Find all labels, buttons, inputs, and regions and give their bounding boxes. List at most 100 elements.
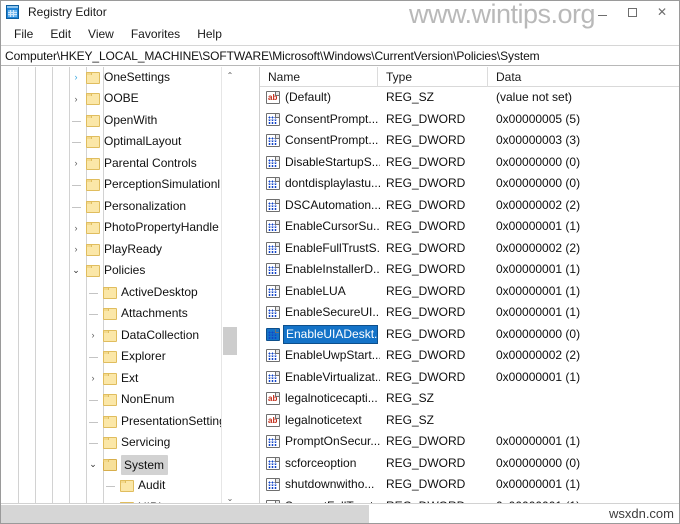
chevron-right-icon[interactable]: › [69,217,83,239]
tree-vertical-scrollbar[interactable]: ⌃ ⌄ [221,67,238,507]
string-value-icon: ab [266,413,280,427]
tree-node-datacollection[interactable]: › DataCollection [1,325,237,347]
registry-value-row[interactable]: EnableCursorSu... REG_DWORD 0x00000001 (1) [260,216,679,238]
folder-icon [86,93,100,105]
folder-icon [86,179,100,191]
chevron-right-icon[interactable]: › [86,325,100,347]
tree-node-system[interactable]: ⌄ System [1,454,237,476]
tree-node-personalization[interactable]: Personalization [1,196,237,218]
tree-node-openwith[interactable]: OpenWith [1,110,237,132]
tree-node-label: OptimalLayout [104,134,182,148]
registry-value-row[interactable]: EnableVirtualizat... REG_DWORD 0x00000001 … [260,367,679,389]
string-value-icon: ab [266,91,280,104]
tree-node-ext[interactable]: › Ext [1,368,237,390]
column-header-type[interactable]: Type [378,67,488,87]
column-header-data[interactable]: Data [488,67,679,87]
tree-node-explorer[interactable]: Explorer [1,346,237,368]
tree-node-label: DataCollection [121,327,200,342]
main-content: › OneSettings › OOBE OpenWith OptimalLayout › P… [1,67,679,523]
tree-node-photopropertyhandle[interactable]: › PhotoPropertyHandle [1,217,237,239]
tree-leaf-tick [72,185,81,186]
value-type: REG_SZ [386,391,435,405]
registry-value-row[interactable]: EnableUIADeskt... REG_DWORD 0x00000000 (0) [260,324,679,346]
registry-value-row[interactable]: ConsentPrompt... REG_DWORD 0x00000005 (5) [260,109,679,131]
registry-value-row[interactable]: PromptOnSecur... REG_DWORD 0x00000001 (1) [260,431,679,453]
chevron-right-icon[interactable]: › [69,239,83,261]
tree-node-label: PerceptionSimulationl [104,177,221,191]
chevron-right-icon[interactable]: › [69,88,83,110]
value-data: 0x00000001 (1) [496,219,581,233]
tree-node-activedesktop[interactable]: ActiveDesktop [1,282,237,304]
tree-node-label: Explorer [121,349,166,363]
menu-item-view[interactable]: View [80,25,123,43]
registry-value-row[interactable]: ab legalnoticecapti... REG_SZ [260,388,679,410]
tree-node-parental-controls[interactable]: › Parental Controls [1,153,237,175]
registry-value-row[interactable]: EnableSecureUI... REG_DWORD 0x00000001 (1) [260,302,679,324]
tree-node-optimallayout[interactable]: OptimalLayout [1,131,237,153]
tree-node-servicing[interactable]: Servicing [1,432,237,454]
tree-node-attachments[interactable]: Attachments [1,303,237,325]
status-bar [1,503,679,523]
value-name: EnableVirtualizat... [285,369,380,384]
chevron-down-icon[interactable]: ⌄ [86,454,100,476]
tree-vscroll-thumb[interactable] [223,327,237,355]
registry-value-row[interactable]: shutdownwitho... REG_DWORD 0x00000001 (1) [260,474,679,496]
tree-leaf-tick [72,206,81,208]
menu-item-help[interactable]: Help [189,25,231,43]
value-name: (Default) [285,90,332,104]
tree-node-audit[interactable]: Audit [1,475,237,497]
registry-value-row[interactable]: EnableInstallerD... REG_DWORD 0x00000001 (… [260,259,679,281]
address-bar[interactable]: Computer\HKEY_LOCAL_MACHINE\SOFTWARE\Mic… [1,45,679,66]
minimize-button[interactable] [587,1,617,23]
tree-vscroll-track[interactable] [222,84,238,490]
value-type: REG_DWORD [386,434,466,448]
dword-value-icon [266,263,280,276]
value-data: (value not set) [496,90,573,104]
registry-value-row[interactable]: dontdisplaylastu... REG_DWORD 0x00000000 (… [260,173,679,195]
tree-node-list: › OneSettings › OOBE OpenWith OptimalLayout › P… [1,67,237,507]
registry-value-row[interactable]: EnableFullTrustS... REG_DWORD 0x00000002 (… [260,238,679,260]
registry-value-row[interactable]: scforceoption REG_DWORD 0x00000000 (0) [260,453,679,475]
tree-node-label: Servicing [121,435,171,449]
tree-node-label: PresentationSetting [121,413,226,428]
tree-node-presentationsetting[interactable]: PresentationSetting [1,411,237,433]
tree-node-nonenum[interactable]: NonEnum [1,389,237,411]
value-type: REG_DWORD [386,283,466,298]
value-type: REG_DWORD [386,369,466,384]
chevron-right-icon[interactable]: › [86,368,100,390]
chevron-right-icon[interactable]: › [69,67,83,88]
folder-icon [103,394,117,406]
folder-icon [86,114,100,127]
chevron-down-icon[interactable]: ⌄ [69,260,83,282]
value-type: REG_DWORD [386,348,466,362]
dword-value-icon [266,198,280,212]
registry-value-row[interactable]: ab (Default) REG_SZ (value not set) [260,87,679,109]
menu-item-file[interactable]: File [6,25,42,43]
registry-value-row[interactable]: DisableStartupS... REG_DWORD 0x00000000 (0… [260,152,679,174]
value-data: 0x00000002 (2) [496,240,581,255]
value-name: EnableUIADeskt... [283,324,378,344]
chevron-right-icon[interactable]: › [69,153,83,175]
tree-node-playready[interactable]: › PlayReady [1,239,237,261]
tree-node-oobe[interactable]: › OOBE [1,88,237,110]
tree-node-policies[interactable]: ⌄ Policies [1,260,237,282]
registry-value-row[interactable]: ab legalnoticetext REG_SZ [260,410,679,432]
registry-value-row[interactable]: EnableUwpStart... REG_DWORD 0x00000002 (2) [260,345,679,367]
registry-value-row[interactable]: ConsentPrompt... REG_DWORD 0x00000003 (3) [260,130,679,152]
column-header-name[interactable]: Name [260,67,378,87]
tree-node-label: Ext [121,370,139,385]
folder-icon [103,286,117,299]
tree-node-perceptionsimulationl[interactable]: PerceptionSimulationl [1,174,237,196]
close-button[interactable]: ✕ [647,1,677,23]
tree-leaf-tick [72,142,81,143]
menu-item-edit[interactable]: Edit [42,25,80,43]
tree-node-label: Parental Controls [104,155,197,170]
maximize-button[interactable] [617,1,647,23]
registry-value-row[interactable]: EnableLUA REG_DWORD 0x00000001 (1) [260,281,679,303]
tree-node-onesettings[interactable]: › OneSettings [1,67,237,88]
menu-item-favorites[interactable]: Favorites [123,25,189,43]
list-column-header: Name Type Data [260,67,679,87]
tree-scroll-up-button[interactable]: ⌃ [222,67,238,84]
folder-icon [86,243,100,256]
registry-value-row[interactable]: DSCAutomation... REG_DWORD 0x00000002 (2) [260,195,679,217]
